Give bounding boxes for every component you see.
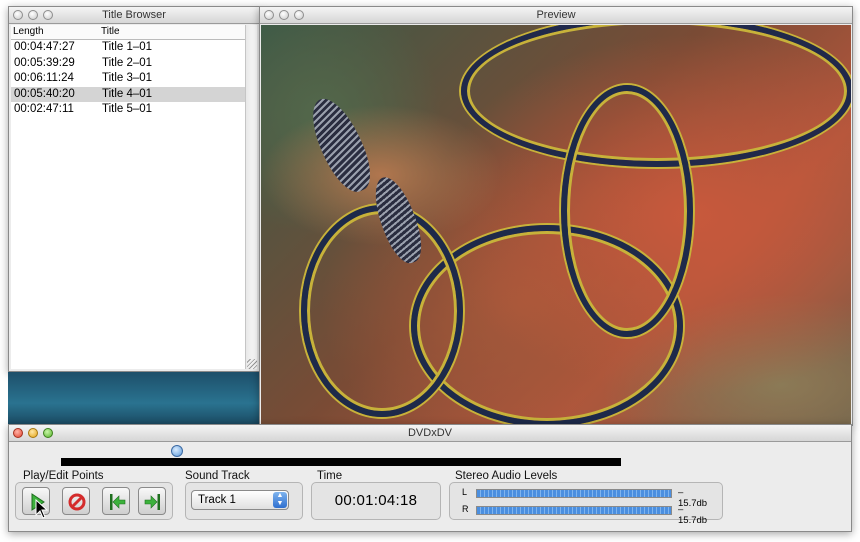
close-icon[interactable]: [264, 10, 274, 20]
time-group: 00:01:04:18: [311, 482, 441, 520]
vertical-scrollbar[interactable]: [245, 25, 257, 369]
audio-levels-group: L –15.7db R –15.7db: [449, 482, 723, 526]
scrubber-handle[interactable]: [171, 445, 183, 457]
row-length: 00:04:47:27: [14, 41, 75, 53]
preview-titlebar[interactable]: Preview: [260, 7, 852, 24]
time-label: Time: [317, 470, 343, 482]
right-level-fill: [477, 507, 671, 514]
list-item[interactable]: 00:06:11:24 Title 3–01: [11, 71, 245, 87]
window-controls: [13, 10, 53, 20]
row-title: Title 4–01: [102, 87, 153, 100]
stop-button[interactable]: [62, 487, 90, 515]
right-db-value: –15.7db: [678, 504, 708, 526]
list-item[interactable]: 00:04:47:27 Title 1–01: [11, 40, 245, 56]
audio-levels-label: Stereo Audio Levels: [455, 470, 558, 482]
window-controls: [264, 10, 304, 20]
close-icon[interactable]: [13, 428, 23, 438]
window-title: DVDxDV: [407, 427, 452, 439]
zoom-icon[interactable]: [43, 10, 53, 20]
set-in-point-button[interactable]: [102, 487, 130, 515]
list-item[interactable]: 00:02:47:11 Title 5–01: [11, 102, 245, 118]
set-out-point-icon: [144, 494, 160, 510]
right-channel-label: R: [462, 504, 469, 514]
preview-window: Preview: [259, 6, 853, 426]
column-header: Length Title: [11, 25, 245, 40]
minimize-icon[interactable]: [279, 10, 289, 20]
window-title: Preview: [536, 9, 576, 21]
zoom-icon[interactable]: [43, 428, 53, 438]
main-titlebar[interactable]: DVDxDV: [9, 425, 851, 442]
stop-icon: [68, 493, 86, 511]
video-detail: [301, 91, 381, 199]
resize-grip-icon[interactable]: [247, 359, 257, 369]
window-controls: [13, 428, 53, 438]
title-list: 00:04:47:27 Title 1–01 00:05:39:29 Title…: [11, 40, 245, 369]
column-title[interactable]: Title: [101, 26, 120, 37]
desktop-background: [8, 372, 260, 424]
video-detail: [301, 205, 463, 417]
minimize-icon[interactable]: [28, 428, 38, 438]
left-level-meter: [476, 489, 672, 498]
scrubber-track[interactable]: [61, 458, 621, 466]
sound-track-group: Track 1 ▲ ▼: [185, 482, 303, 520]
sound-track-select[interactable]: Track 1 ▲ ▼: [191, 490, 289, 510]
list-item-selected[interactable]: 00:05:40:20 Title 4–01: [11, 86, 245, 102]
left-level-fill: [477, 490, 671, 497]
mouse-cursor-icon: [35, 498, 49, 519]
row-length: 00:05:39:29: [14, 56, 75, 69]
sound-track-label: Sound Track: [185, 470, 250, 482]
set-in-point-icon: [110, 494, 126, 510]
timecode-display: 00:01:04:18: [334, 492, 418, 509]
column-length[interactable]: Length: [13, 26, 44, 37]
minimize-icon[interactable]: [28, 10, 38, 20]
popup-arrows-icon: ▲ ▼: [273, 492, 287, 508]
sound-track-value: Track 1: [198, 494, 236, 506]
title-browser-window: Title Browser Length Title 00:04:47:27 T…: [8, 6, 260, 372]
row-length: 00:06:11:24: [14, 72, 74, 84]
right-level-meter: [476, 506, 672, 515]
left-channel-label: L: [462, 487, 468, 497]
row-title: Title 2–01: [102, 56, 153, 69]
video-detail: [561, 85, 693, 337]
window-title: Title Browser: [102, 9, 166, 21]
row-title: Title 1–01: [102, 41, 153, 53]
list-item[interactable]: 00:05:39:29 Title 2–01: [11, 56, 245, 72]
row-title: Title 5–01: [102, 103, 153, 115]
row-title: Title 3–01: [102, 72, 153, 84]
dvdxdv-window: DVDxDV Play/Edit Points Sound Track Trac…: [8, 424, 852, 532]
video-frame: [261, 25, 851, 424]
row-length: 00:02:47:11: [14, 103, 74, 115]
play-edit-label: Play/Edit Points: [23, 470, 104, 482]
close-icon[interactable]: [13, 10, 23, 20]
zoom-icon[interactable]: [294, 10, 304, 20]
row-length: 00:05:40:20: [14, 87, 75, 100]
set-out-point-button[interactable]: [138, 487, 166, 515]
title-browser-titlebar[interactable]: Title Browser: [9, 7, 259, 24]
